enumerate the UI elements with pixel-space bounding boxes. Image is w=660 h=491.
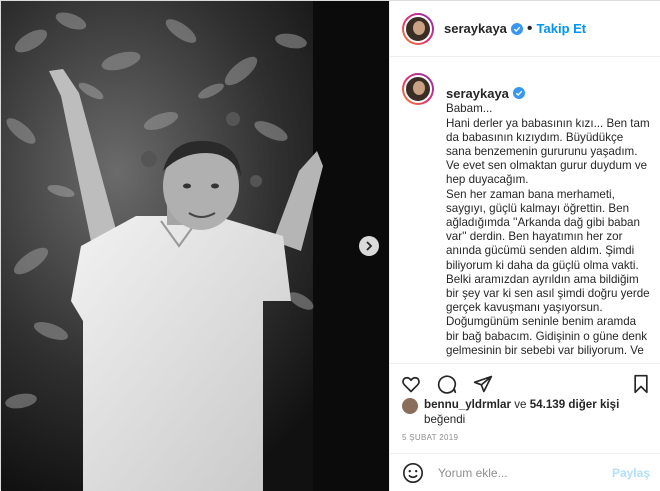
verified-badge-icon	[512, 87, 525, 100]
like-button[interactable]	[400, 373, 422, 395]
share-button[interactable]	[472, 373, 494, 395]
caption-paragraph-1: Hani derler ya babasının kızı... Ben tam…	[446, 116, 650, 187]
header-username[interactable]: seraykaya	[444, 21, 507, 36]
caption-username[interactable]: seraykaya	[446, 86, 509, 101]
post-comment-button[interactable]: Paylaş	[612, 466, 650, 480]
liker-avatar[interactable]	[402, 398, 418, 414]
liker-username[interactable]: bennu_yldrmlar	[424, 398, 511, 411]
likes-connector: ve	[514, 398, 527, 411]
verified-badge-icon	[510, 22, 523, 35]
caption-avatar[interactable]	[402, 73, 434, 105]
post-side-panel: seraykaya • Takip Et seraykaya Babam... …	[389, 1, 660, 491]
chevron-right-icon	[366, 241, 373, 251]
likes-suffix: beğendi	[424, 413, 466, 426]
smiley-icon[interactable]	[402, 462, 424, 484]
caption-section: seraykaya Babam... Hani derler ya babası…	[390, 57, 660, 359]
comment-button[interactable]	[436, 373, 458, 395]
action-bar	[390, 363, 660, 397]
paper-plane-icon	[473, 375, 493, 392]
comment-box: Paylaş	[390, 453, 660, 491]
next-photo-button[interactable]	[359, 236, 379, 256]
save-button[interactable]	[630, 373, 652, 395]
comment-bubble-icon	[437, 374, 457, 394]
post-photo[interactable]	[1, 1, 389, 491]
caption-body: seraykaya Babam... Hani derler ya babası…	[446, 73, 650, 359]
comment-input[interactable]	[438, 465, 612, 480]
black-white-photo	[1, 1, 389, 491]
post-date[interactable]: 5 ŞUBAT 2019	[402, 433, 458, 442]
caption-paragraph-2: Sen her zaman bana merhameti, saygıyı, g…	[446, 187, 650, 359]
post-header: seraykaya • Takip Et	[390, 1, 660, 57]
instagram-post: seraykaya • Takip Et seraykaya Babam... …	[0, 0, 660, 491]
likes-count[interactable]: 54.139 diğer kişi	[530, 398, 620, 411]
avatar[interactable]	[402, 12, 434, 45]
heart-icon	[402, 376, 420, 392]
caption-first-line: Babam...	[446, 102, 493, 116]
likes-summary: bennu_yldrmlar ve 54.139 diğer kişi beğe…	[402, 397, 652, 427]
separator-dot: •	[526, 19, 533, 37]
bookmark-icon	[634, 374, 648, 393]
follow-button[interactable]: Takip Et	[537, 21, 587, 36]
